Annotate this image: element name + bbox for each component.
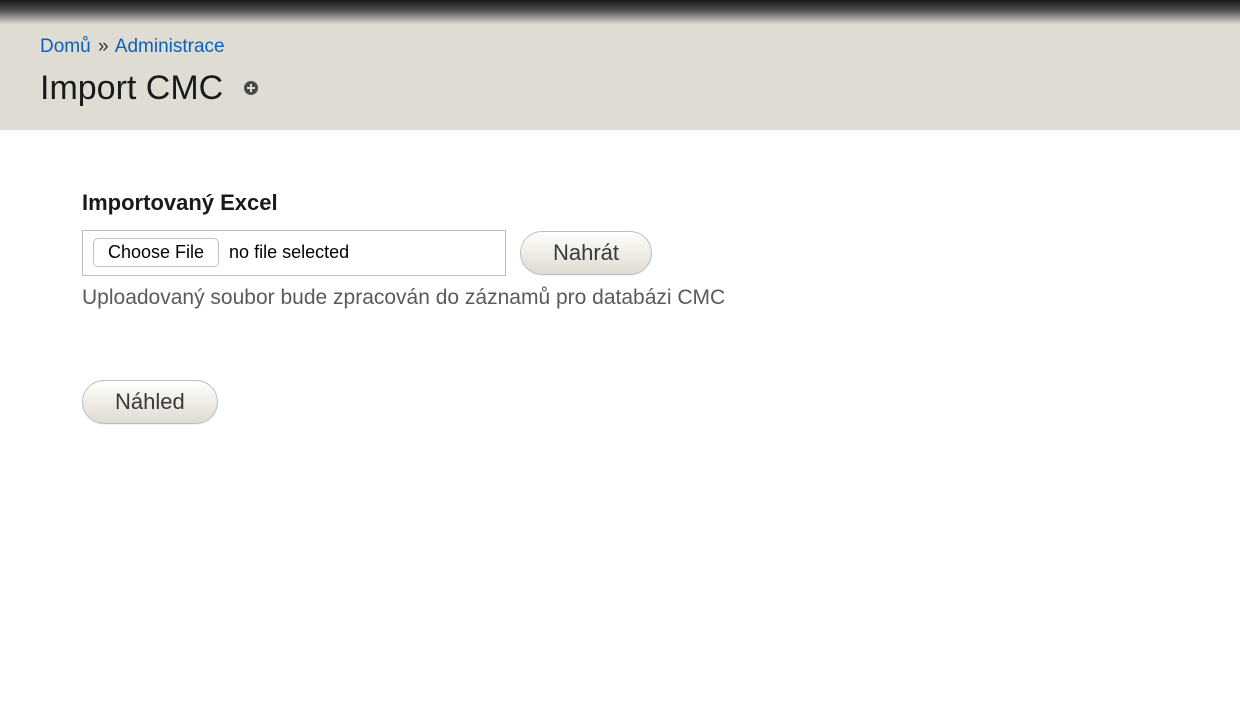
file-upload-row: Choose File no file selected Nahrát bbox=[82, 230, 1200, 276]
plus-circle-icon[interactable] bbox=[243, 80, 259, 96]
breadcrumb-admin-link[interactable]: Administrace bbox=[115, 36, 225, 57]
page-header: Domů » Administrace Import CMC bbox=[0, 24, 1240, 130]
file-field-label: Importovaný Excel bbox=[82, 190, 1200, 216]
upload-description: Uploadovaný soubor bude zpracován do záz… bbox=[82, 286, 1200, 310]
breadcrumb-separator: » bbox=[96, 36, 111, 57]
preview-button[interactable]: Náhled bbox=[82, 380, 218, 424]
breadcrumb-home-link[interactable]: Domů bbox=[40, 36, 91, 57]
upload-button[interactable]: Nahrát bbox=[520, 231, 652, 275]
main-content: Importovaný Excel Choose File no file se… bbox=[0, 130, 1240, 444]
choose-file-button[interactable]: Choose File bbox=[93, 238, 219, 267]
file-input[interactable]: Choose File no file selected bbox=[82, 230, 506, 276]
breadcrumb: Domů » Administrace bbox=[40, 32, 1200, 61]
file-selected-status: no file selected bbox=[229, 242, 349, 263]
top-gradient-bar bbox=[0, 0, 1240, 24]
page-title: Import CMC bbox=[40, 69, 223, 108]
